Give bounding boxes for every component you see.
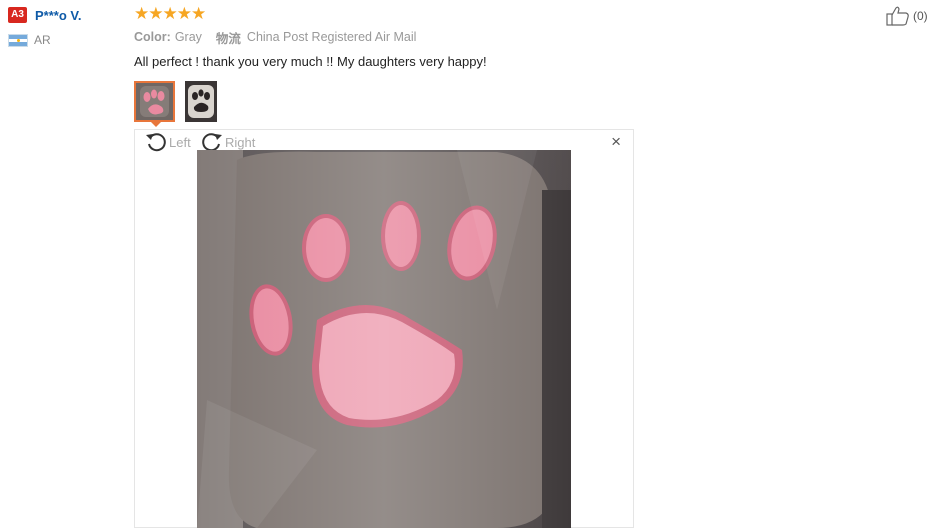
color-label: Color: [134,30,171,44]
review-body: ★ ★ ★ ★ ★ Color: Gray 物流 China Post Regi… [134,4,854,122]
review-text: All perfect ! thank you very much !! My … [134,54,487,69]
color-value: Gray [174,30,202,44]
thumbnail-strip [134,81,854,122]
thumbs-up-icon [886,6,909,26]
review-photo [197,150,571,528]
reviewer-name[interactable]: P***o V. [35,8,82,23]
close-viewer-button[interactable]: × [611,133,621,150]
argentina-flag-icon [8,33,28,47]
shipping-value: China Post Registered Air Mail [246,30,417,44]
image-viewer: Left Right × [134,129,634,528]
paw-glove-photo [197,150,571,528]
rotate-left-icon [146,133,166,152]
level-badge: A3 [8,7,27,23]
rotate-left-button[interactable]: Left [145,132,191,152]
country-code: AR [34,33,51,47]
star-icon: ★ [162,3,178,23]
reviewer-row: A3 P***o V. [8,6,128,24]
shipping-label: 物流 [215,31,241,46]
rotate-left-label: Left [169,134,191,150]
star-icon: ★ [176,3,192,23]
reviewer-country: AR [8,32,128,48]
star-icon: ★ [191,3,206,23]
thumbnail-photo-2[interactable] [185,81,217,122]
star-icon: ★ [148,3,163,23]
rotate-right-icon [202,133,222,152]
helpful-button[interactable]: (0) [886,6,928,26]
order-attributes: Color: Gray 物流 China Post Registered Air… [134,29,854,46]
selected-thumbnail-caret [150,121,162,127]
reviewer-info: A3 P***o V. AR [8,6,128,48]
rotate-right-button[interactable]: Right [201,132,255,152]
star-rating: ★ ★ ★ ★ ★ [134,4,854,22]
star-icon: ★ [134,3,149,23]
rotate-right-label: Right [225,134,256,150]
thumbnail-photo-1[interactable] [134,81,175,122]
helpful-count: (0) [913,9,928,23]
